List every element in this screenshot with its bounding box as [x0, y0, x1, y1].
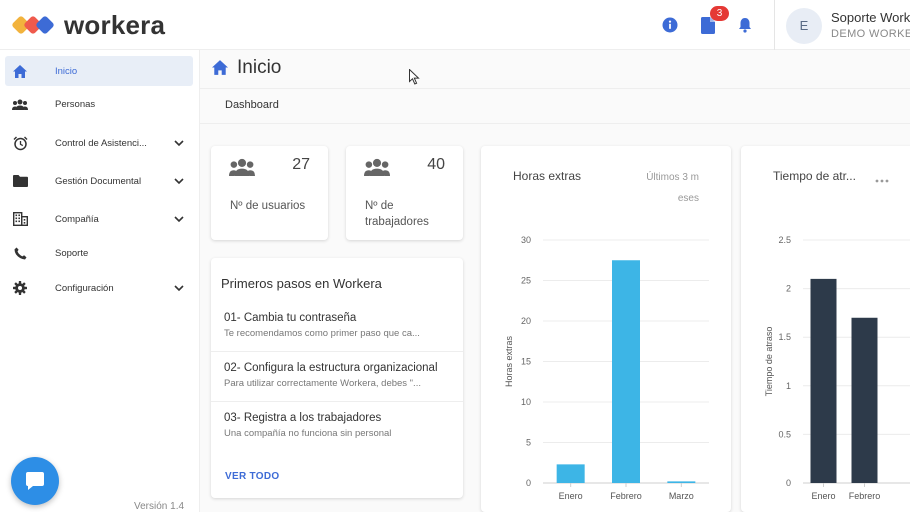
- step-item[interactable]: 01- Cambia tu contraseña Te recomendamos…: [211, 302, 463, 352]
- chevron-down-icon: [174, 140, 184, 147]
- people-icon: [364, 158, 390, 181]
- step-title: 03- Registra a los trabajadores: [224, 412, 382, 424]
- step-item[interactable]: 02- Configura la estructura organizacion…: [211, 351, 463, 401]
- sidebar-item-label: Personas: [55, 98, 96, 110]
- step-title: 02- Configura la estructura organizacion…: [224, 362, 438, 374]
- overtime-bar-chart: 0 5 10 15 20 25 30 Horas extras Enero Febrero Marz…: [504, 235, 709, 501]
- sidebar-item-configuracion[interactable]: Configuración: [5, 273, 193, 303]
- people-icon: [12, 96, 28, 112]
- folder-icon: [12, 173, 28, 189]
- sidebar-item-label: Gestión Documental: [55, 175, 142, 187]
- page-title: Inicio: [237, 57, 282, 78]
- workers-count-label: Nº de trabajadores: [365, 200, 429, 228]
- notification-badge: 3: [710, 6, 729, 21]
- building-icon: [12, 211, 28, 227]
- bar: [556, 464, 585, 483]
- workers-count: 40: [427, 156, 445, 173]
- info-icon[interactable]: [660, 15, 680, 35]
- first-steps-card: Primeros pasos en Workera 01- Cambia tu …: [211, 258, 463, 498]
- x-tick-label: Febrero: [610, 491, 642, 501]
- y-tick-label: 2: [786, 284, 791, 294]
- y-tick-label: 25: [521, 276, 531, 286]
- step-item[interactable]: 03- Registra a los trabajadores Una comp…: [211, 401, 463, 451]
- chat-support-button[interactable]: [11, 457, 59, 505]
- delay-bar-chart: 0 0.5 1 1.5 2 2.5 Tiempo de atraso Enero Febrero: [764, 235, 910, 501]
- overtime-chart-card: Horas extras Últimos 3 m eses 0 5 10 15 20 25…: [481, 146, 731, 512]
- user-avatar[interactable]: E: [786, 8, 822, 44]
- x-tick-label: Marzo: [669, 491, 694, 501]
- x-tick-label: Enero: [559, 491, 583, 501]
- brand-name: workera: [64, 9, 166, 40]
- phone-icon: [12, 245, 28, 261]
- step-description: Te recomendamos como primer paso que ca.…: [224, 328, 420, 339]
- y-tick-label: 0: [786, 478, 791, 488]
- breadcrumb: Dashboard: [200, 88, 910, 124]
- y-tick-label: 2.5: [778, 235, 791, 245]
- step-description: Para utilizar correctamente Workera, deb…: [224, 378, 421, 389]
- x-tick-label: Enero: [811, 491, 835, 501]
- gear-icon: [12, 280, 28, 296]
- bell-icon[interactable]: [735, 15, 755, 35]
- sidebar-item-gestion-documental[interactable]: Gestión Documental: [5, 166, 193, 196]
- mouse-cursor-icon: [409, 69, 420, 85]
- users-count-label: Nº de usuarios: [230, 200, 306, 212]
- sidebar-item-compania[interactable]: Compañía: [5, 204, 193, 234]
- y-tick-label: 0: [526, 478, 531, 488]
- user-organization: DEMO WORKERA: [831, 28, 910, 40]
- users-stat-card: 27 Nº de usuarios: [211, 146, 328, 240]
- bar: [667, 481, 696, 483]
- sidebar-item-label: Inicio: [55, 65, 78, 77]
- header-divider: [774, 0, 775, 50]
- delay-chart-card: Tiempo de atr... 0 0.5 1 1.5 2 2.5 Tiempo de a…: [741, 146, 910, 512]
- view-all-link[interactable]: VER TODO: [225, 471, 279, 482]
- y-axis-label: Horas extras: [504, 335, 514, 387]
- tab-dashboard[interactable]: Dashboard: [225, 99, 279, 111]
- y-tick-label: 1.5: [778, 332, 791, 342]
- top-header: workera 3 E Soporte Workera DEMO WORKERA: [0, 0, 910, 50]
- sidebar-item-control-asistencia[interactable]: Control de Asistenci...: [5, 128, 193, 158]
- workera-logo-mark: [11, 14, 60, 36]
- sidebar-item-label: Configuración: [55, 282, 114, 294]
- home-icon: [12, 63, 28, 79]
- x-tick-label: Febrero: [849, 491, 881, 501]
- page-header: Inicio: [200, 50, 910, 88]
- y-tick-label: 30: [521, 235, 531, 245]
- step-title: 01- Cambia tu contraseña: [224, 312, 357, 324]
- sidebar-item-label: Control de Asistenci...: [55, 137, 147, 149]
- alarm-icon: [12, 135, 28, 151]
- sidebar-item-soporte[interactable]: Soporte: [5, 238, 193, 268]
- bar: [612, 260, 640, 483]
- y-tick-label: 10: [521, 397, 531, 407]
- y-tick-label: 1: [786, 381, 791, 391]
- app-version: Versión 1.4: [134, 501, 185, 512]
- y-axis-label: Tiempo de atraso: [764, 327, 774, 397]
- sidebar: Inicio Personas Control de Asistenci... …: [0, 50, 200, 512]
- sidebar-item-label: Soporte: [55, 247, 89, 259]
- chevron-down-icon: [174, 178, 184, 185]
- y-tick-label: 15: [521, 357, 531, 367]
- chat-icon: [26, 472, 44, 490]
- people-icon: [229, 158, 255, 181]
- sidebar-item-label: Compañía: [55, 213, 99, 225]
- users-count: 27: [292, 156, 310, 173]
- chevron-down-icon: [174, 285, 184, 292]
- sidebar-item-inicio[interactable]: Inicio: [5, 56, 193, 86]
- home-icon: [212, 60, 228, 80]
- bar: [810, 278, 837, 483]
- workers-stat-card: 40 Nº de trabajadores: [346, 146, 463, 240]
- bar: [851, 317, 878, 483]
- first-steps-title: Primeros pasos en Workera: [221, 276, 382, 291]
- sidebar-item-personas[interactable]: Personas: [5, 89, 193, 119]
- chevron-down-icon: [174, 216, 184, 223]
- user-name[interactable]: Soporte Workera: [831, 10, 910, 25]
- workera-logo[interactable]: workera: [11, 9, 166, 40]
- y-tick-label: 20: [521, 316, 531, 326]
- step-description: Una compañía no funciona sin personal: [224, 428, 392, 439]
- y-tick-label: 0.5: [778, 429, 791, 439]
- y-tick-label: 5: [526, 438, 531, 448]
